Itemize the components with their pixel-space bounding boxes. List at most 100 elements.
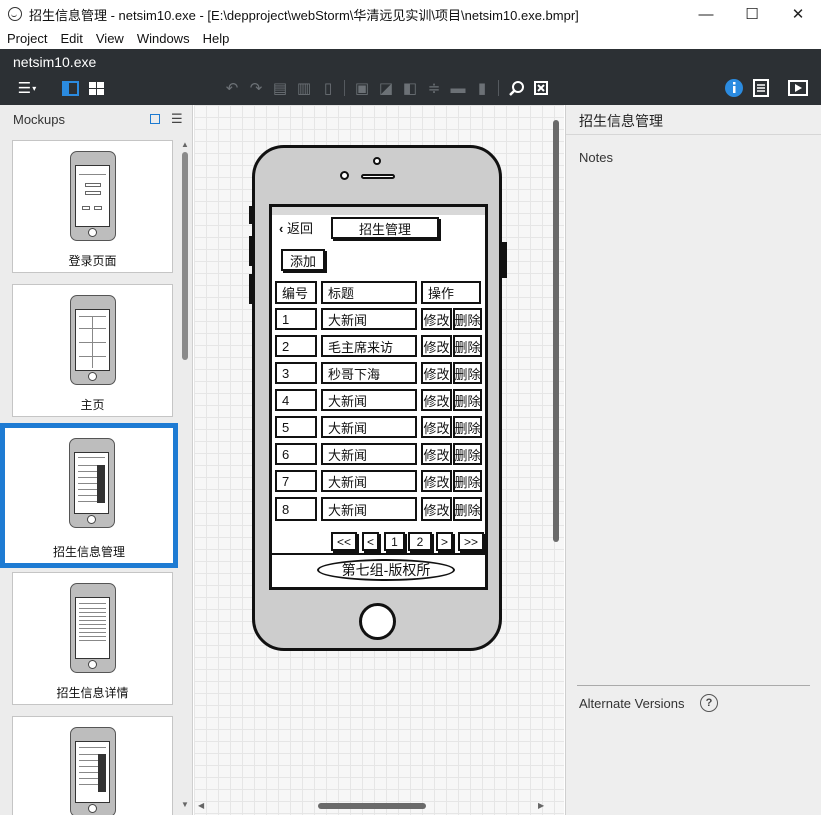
minimize-button[interactable]: — xyxy=(683,0,729,28)
table-header-id: 编号 xyxy=(275,281,317,304)
paste-icon[interactable]: ▥ xyxy=(294,79,314,97)
scroll-up-icon[interactable]: ▲ xyxy=(181,140,189,149)
list-icon[interactable] xyxy=(751,79,771,97)
delete-button[interactable]: 删除 xyxy=(453,443,482,465)
edit-button[interactable]: 修改 xyxy=(421,416,452,438)
scroll-down-icon[interactable]: ▼ xyxy=(181,800,189,809)
menu-edit[interactable]: Edit xyxy=(60,31,82,46)
edit-button[interactable]: 修改 xyxy=(421,389,452,411)
status-bar xyxy=(272,207,485,215)
scrollbar-thumb[interactable] xyxy=(182,152,188,360)
page-2-button[interactable]: 2 xyxy=(408,532,432,551)
scroll-left-icon[interactable]: ◀ xyxy=(198,801,204,810)
row-id: 7 xyxy=(275,470,317,492)
alternate-versions-label: Alternate Versions xyxy=(579,696,685,711)
mockup-preview xyxy=(70,583,116,673)
row-title: 大新闻 xyxy=(321,389,417,411)
mockup-thumbnail-login[interactable]: 登录页面 xyxy=(12,140,173,273)
mockup-thumbnail-5[interactable] xyxy=(12,716,173,815)
edit-button[interactable]: 修改 xyxy=(421,497,452,521)
page-1-button[interactable]: 1 xyxy=(384,532,405,551)
thumbnail-view-icon[interactable] xyxy=(150,114,160,124)
divider xyxy=(577,685,810,686)
mockup-label: 招生信息详情 xyxy=(56,686,129,700)
clear-icon[interactable] xyxy=(531,79,551,97)
mockups-panel-title: Mockups xyxy=(13,111,66,127)
close-button[interactable]: ✕ xyxy=(775,0,821,28)
present-icon[interactable] xyxy=(788,79,808,97)
table-header-actions: 操作 xyxy=(421,281,481,304)
canvas-horizontal-scrollbar[interactable]: ◀ ▶ xyxy=(198,801,548,811)
row-id: 5 xyxy=(275,416,317,438)
scroll-right-icon[interactable]: ▶ xyxy=(538,801,544,810)
main-toolbar: netsim10.exe ☰ ▾ ↶ ↷ ▤ ▥ ▯ ▣ ◪ ◧ ≑ ▬ ▮ xyxy=(0,49,821,105)
delete-button[interactable]: 删除 xyxy=(453,470,482,492)
search-icon[interactable] xyxy=(507,79,527,97)
row-title: 大新闻 xyxy=(321,443,417,465)
delete-button[interactable]: 删除 xyxy=(453,335,482,357)
menu-view[interactable]: View xyxy=(96,31,124,46)
mockup-preview xyxy=(70,727,116,815)
notes-label[interactable]: Notes xyxy=(579,150,613,165)
list-view-icon[interactable]: ☰ xyxy=(171,112,183,125)
copy-icon[interactable]: ▤ xyxy=(270,79,290,97)
phone-home-button xyxy=(359,603,396,640)
help-icon[interactable]: ? xyxy=(700,694,718,712)
trash-icon[interactable]: ▮ xyxy=(472,79,492,97)
divider xyxy=(566,134,821,135)
mockup-thumbnail-admissions-detail[interactable]: 招生信息详情 xyxy=(12,572,173,705)
menu-project[interactable]: Project xyxy=(7,31,47,46)
footer-copyright: 第七组-版权所 xyxy=(317,559,455,581)
delete-button[interactable]: 删除 xyxy=(453,416,482,438)
row-title: 毛主席来访 xyxy=(321,335,417,357)
maximize-button[interactable]: ☐ xyxy=(729,0,775,28)
mockup-thumbnail-home[interactable]: 主页 xyxy=(12,284,173,417)
scrollbar-thumb[interactable] xyxy=(553,120,559,542)
page-first-button[interactable]: << xyxy=(331,532,357,551)
group-icon[interactable]: ▣ xyxy=(352,79,372,97)
back-link[interactable]: ‹ 返回 xyxy=(279,218,313,237)
menu-windows[interactable]: Windows xyxy=(137,31,190,46)
page-last-button[interactable]: >> xyxy=(458,532,484,551)
edit-button[interactable]: 修改 xyxy=(421,308,452,330)
app-window: 招生信息管理 - netsim10.exe - [E:\depproject\w… xyxy=(0,0,821,815)
table-header-title: 标题 xyxy=(321,281,417,304)
add-button[interactable]: 添加 xyxy=(281,249,325,271)
clipboard-icon[interactable]: ▯ xyxy=(318,79,338,97)
row-id: 1 xyxy=(275,308,317,330)
edit-button[interactable]: 修改 xyxy=(421,362,452,384)
align-icon[interactable]: ≑ xyxy=(424,79,444,97)
delete-button[interactable]: 删除 xyxy=(453,362,482,384)
row-title: 大新闻 xyxy=(321,308,417,330)
hamburger-icon[interactable]: ☰ ▾ xyxy=(13,79,41,97)
phone-screen: ‹ 返回 招生管理 添加 编号 标题 操作 1 大新闻 修改 删除 2 毛主席来… xyxy=(269,204,488,590)
page-prev-button[interactable]: < xyxy=(362,532,379,551)
row-id: 8 xyxy=(275,497,317,521)
edit-button[interactable]: 修改 xyxy=(421,443,452,465)
edit-button[interactable]: 修改 xyxy=(421,335,452,357)
phone-camera xyxy=(340,171,349,180)
edit-button[interactable]: 修改 xyxy=(421,470,452,492)
lock-icon[interactable]: ▬ xyxy=(448,79,468,97)
mockups-scrollbar[interactable]: ▲ ▼ xyxy=(181,140,189,812)
page-next-button[interactable]: > xyxy=(436,532,453,551)
project-name: netsim10.exe xyxy=(13,54,97,70)
info-icon[interactable] xyxy=(724,79,744,97)
delete-button[interactable]: 删除 xyxy=(453,308,482,330)
undo-icon[interactable]: ↶ xyxy=(222,79,242,97)
split-view-icon[interactable] xyxy=(60,79,80,97)
grid-view-icon[interactable] xyxy=(86,79,106,97)
delete-button[interactable]: 删除 xyxy=(453,497,482,521)
arrange-icon[interactable]: ◧ xyxy=(400,79,420,97)
redo-icon[interactable]: ↷ xyxy=(246,79,266,97)
canvas-vertical-scrollbar[interactable] xyxy=(552,110,560,810)
mockup-label: 招生信息管理 xyxy=(52,545,125,559)
menu-help[interactable]: Help xyxy=(203,31,230,46)
ungroup-icon[interactable]: ◪ xyxy=(376,79,396,97)
mockup-thumbnail-admissions-management[interactable]: 招生信息管理 xyxy=(0,423,178,568)
properties-panel: 招生信息管理 Notes Alternate Versions ? xyxy=(565,105,821,815)
delete-button[interactable]: 删除 xyxy=(453,389,482,411)
iphone-mockup[interactable]: ‹ 返回 招生管理 添加 编号 标题 操作 1 大新闻 修改 删除 2 毛主席来… xyxy=(249,145,507,651)
scrollbar-thumb[interactable] xyxy=(318,803,426,809)
properties-panel-title: 招生信息管理 xyxy=(579,113,663,129)
